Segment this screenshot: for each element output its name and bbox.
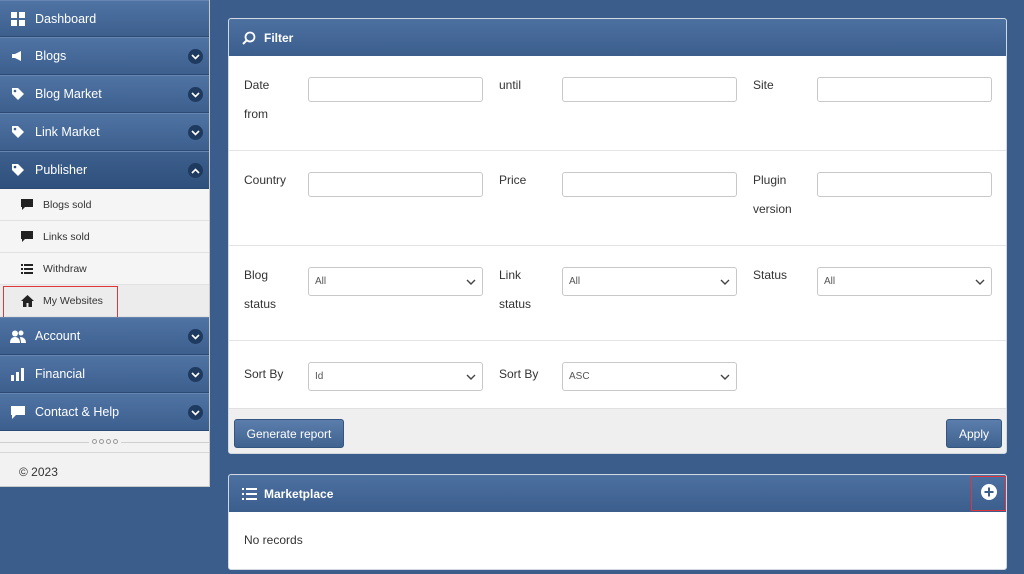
date-from-input[interactable] [308, 77, 483, 102]
plugin-version-input[interactable] [817, 172, 992, 197]
generate-report-button[interactable]: Generate report [234, 419, 344, 448]
add-website-button[interactable] [971, 476, 1006, 511]
nav-publisher[interactable]: Publisher [0, 151, 209, 189]
plus-circle-icon [980, 484, 997, 503]
sidebar: Dashboard Blogs Blog Market Link Market [0, 0, 210, 487]
nav-dashboard[interactable]: Dashboard [0, 0, 209, 37]
filter-row: Blog status All Link status All Status A… [229, 246, 1006, 341]
select-value: All [569, 276, 581, 287]
nav-account[interactable]: Account [0, 317, 209, 355]
chevron-down-icon[interactable] [188, 367, 203, 382]
sidebar-resize-handle[interactable] [0, 431, 209, 453]
filter-footer: Generate report Apply [229, 408, 1006, 453]
link-status-select[interactable]: All [562, 267, 737, 296]
home-icon [20, 294, 34, 308]
chevron-down-icon [466, 372, 476, 383]
select-value: All [824, 276, 836, 287]
users-icon [10, 328, 26, 344]
sub-item-label: My Websites [43, 294, 103, 307]
list-icon [241, 486, 257, 502]
nav-label: Blogs [35, 49, 67, 63]
filter-header: Filter [229, 19, 1006, 56]
plugin-version-label: Plugin version [753, 173, 792, 216]
grid-icon [10, 11, 26, 27]
chevron-down-icon[interactable] [188, 405, 203, 420]
nav-label: Blog Market [35, 87, 102, 101]
date-from-label: Date from [244, 78, 270, 121]
nav-label: Dashboard [35, 11, 97, 26]
filter-panel: Filter Date from until Site Country Pric… [228, 18, 1007, 454]
chevron-up-icon[interactable] [188, 163, 203, 178]
comment-icon [20, 230, 34, 244]
search-icon [241, 30, 257, 46]
filter-row: Date from until Site [229, 56, 1006, 151]
status-label: Status [753, 268, 788, 282]
site-label: Site [753, 78, 774, 92]
select-value: All [315, 276, 327, 287]
chevron-down-icon [720, 277, 730, 288]
price-label: Price [499, 173, 527, 187]
sub-item-blogs-sold[interactable]: Blogs sold [0, 189, 209, 221]
sort-by-label: Sort By [244, 367, 284, 381]
marketplace-panel: Marketplace No records [228, 474, 1007, 570]
filter-row: Sort By Id Sort By ASC [229, 341, 1006, 408]
apply-button[interactable]: Apply [946, 419, 1002, 448]
nav-label: Link Market [35, 125, 100, 139]
list-icon [20, 262, 34, 276]
country-input[interactable] [308, 172, 483, 197]
sub-item-label: Blogs sold [43, 198, 92, 211]
chevron-down-icon[interactable] [188, 49, 203, 64]
select-value: ASC [569, 371, 590, 382]
comment-icon [20, 198, 34, 212]
nav-blog-market[interactable]: Blog Market [0, 75, 209, 113]
blog-status-label: Blog status [244, 268, 277, 311]
chevron-down-icon [720, 372, 730, 383]
marketplace-header: Marketplace [229, 475, 1006, 512]
nav-contact-help[interactable]: Contact & Help [0, 393, 209, 431]
sub-item-label: Links sold [43, 230, 90, 243]
chevron-down-icon[interactable] [188, 87, 203, 102]
site-input[interactable] [817, 77, 992, 102]
filter-row: Country Price Plugin version [229, 151, 1006, 246]
sort-order-select[interactable]: ASC [562, 362, 737, 391]
empty-state: No records [244, 533, 303, 547]
bar-chart-icon [10, 366, 26, 382]
marketplace-title: Marketplace [264, 486, 334, 501]
megaphone-icon [10, 48, 26, 64]
tag-icon [10, 86, 26, 102]
filter-title: Filter [264, 30, 294, 45]
sub-item-label: Withdraw [43, 262, 87, 275]
nav-label: Account [35, 329, 81, 343]
chevron-down-icon[interactable] [188, 125, 203, 140]
nav-label: Financial [35, 367, 86, 381]
nav-label: Contact & Help [35, 405, 120, 419]
nav-label: Publisher [35, 163, 88, 177]
sort-by-field-select[interactable]: Id [308, 362, 483, 391]
select-value: Id [315, 371, 324, 382]
sub-item-withdraw[interactable]: Withdraw [0, 253, 209, 285]
price-input[interactable] [562, 172, 737, 197]
chevron-down-icon [466, 277, 476, 288]
sort-order-label: Sort By [499, 367, 539, 381]
sub-item-my-websites[interactable]: My Websites [0, 285, 209, 318]
until-input[interactable] [562, 77, 737, 102]
chevron-down-icon [975, 277, 985, 288]
copyright: © 2023 [19, 465, 58, 479]
chevron-down-icon[interactable] [188, 329, 203, 344]
country-label: Country [244, 173, 287, 187]
tag-icon [10, 162, 26, 178]
status-select[interactable]: All [817, 267, 992, 296]
tag-icon [10, 124, 26, 140]
link-status-label: Link status [499, 268, 532, 311]
blog-status-select[interactable]: All [308, 267, 483, 296]
nav-blogs[interactable]: Blogs [0, 37, 209, 75]
nav-financial[interactable]: Financial [0, 355, 209, 393]
publisher-submenu: Blogs sold Links sold Withdraw My Websit… [0, 189, 209, 318]
until-label: until [499, 78, 522, 92]
sub-item-links-sold[interactable]: Links sold [0, 221, 209, 253]
chat-icon [10, 404, 26, 420]
nav-link-market[interactable]: Link Market [0, 113, 209, 151]
